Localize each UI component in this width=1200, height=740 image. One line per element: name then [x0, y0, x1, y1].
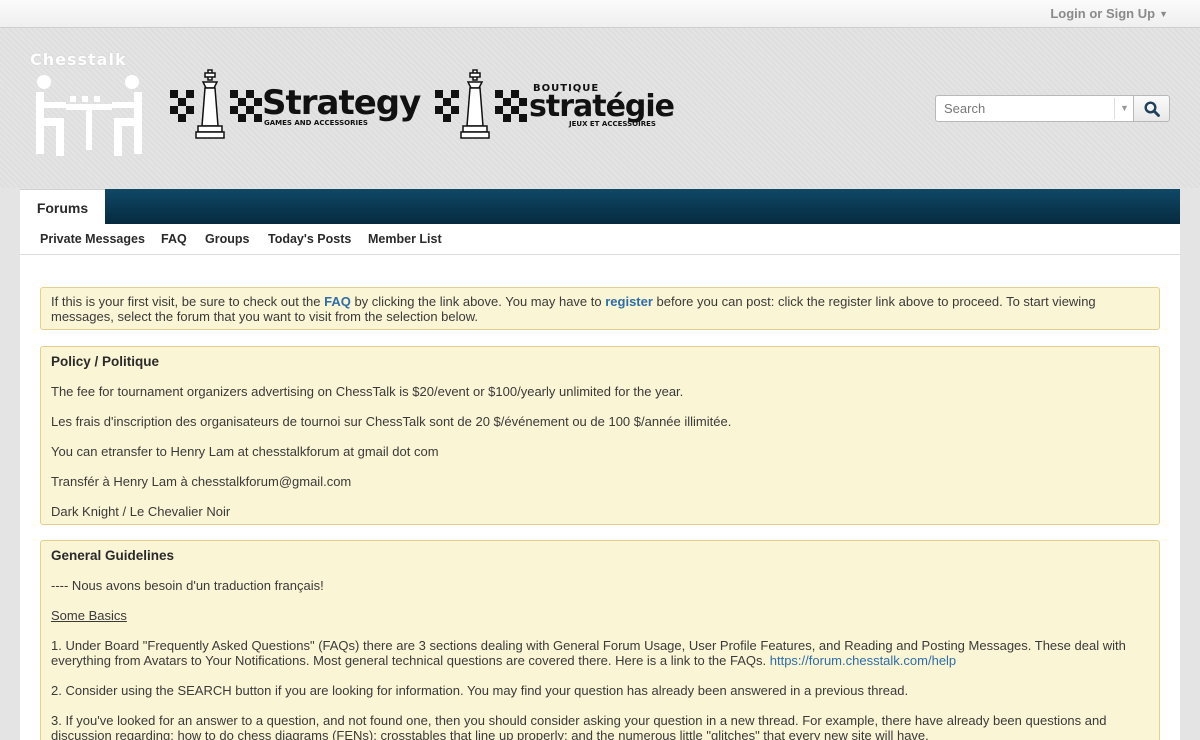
- welcome-notice: If this is your first visit, be sure to …: [40, 287, 1160, 330]
- strategie-name: stratégie: [529, 89, 675, 124]
- chevron-down-icon: ▼: [1159, 9, 1168, 19]
- site-header: Chesstalk Strategy GAMES AND ACCESSORIES…: [0, 28, 1200, 188]
- checkerboard-king-icon: [435, 69, 527, 139]
- policy-notice: Policy / Politique The fee for tournamen…: [40, 346, 1160, 525]
- login-signup-label: Login or Sign Up: [1050, 6, 1156, 21]
- policy-paragraph: The fee for tournament organizers advert…: [51, 384, 684, 399]
- subnav-member-list[interactable]: Member List: [368, 232, 442, 246]
- faq-link[interactable]: FAQ: [324, 294, 351, 309]
- policy-paragraph: Les frais d'inscription des organisateur…: [51, 414, 732, 429]
- subnav-todays-posts[interactable]: Today's Posts: [268, 232, 351, 246]
- tab-forums[interactable]: Forums: [20, 189, 105, 224]
- guidelines-paragraph: 2. Consider using the SEARCH button if y…: [51, 683, 909, 698]
- guidelines-p1-text: 1. Under Board "Frequently Asked Questio…: [51, 638, 1126, 668]
- welcome-text-2: by clicking the link above. You may have…: [350, 294, 606, 309]
- search-options-dropdown[interactable]: ▼: [1114, 98, 1134, 119]
- policy-paragraph: Transfér à Henry Lam à chesstalkforum@gm…: [51, 474, 352, 489]
- search-button[interactable]: [1134, 95, 1170, 122]
- policy-title: Policy / Politique: [51, 354, 160, 369]
- strategy-sponsor-logo[interactable]: Strategy GAMES AND ACCESSORIES: [170, 68, 421, 140]
- strategie-tagline: JEUX ET ACCESSOIRES: [569, 120, 656, 128]
- checkerboard-king-icon: [170, 69, 262, 139]
- boutique-strategie-sponsor-logo[interactable]: BOUTIQUE stratégie JEUX ET ACCESSOIRES: [435, 68, 675, 140]
- chevron-down-icon: ▼: [1120, 103, 1129, 113]
- faq-help-link[interactable]: https://forum.chesstalk.com/help: [770, 653, 956, 668]
- strategy-tagline: GAMES AND ACCESSORIES: [264, 119, 368, 127]
- top-bar: Login or Sign Up ▼: [0, 0, 1200, 28]
- subnav-groups[interactable]: Groups: [205, 232, 249, 246]
- subnav-faq[interactable]: FAQ: [161, 232, 187, 246]
- policy-paragraph: You can etransfer to Henry Lam at chesst…: [51, 444, 439, 459]
- search-icon: [1144, 101, 1160, 117]
- strategy-name: Strategy: [262, 83, 421, 123]
- logo-text: Chesstalk: [30, 50, 127, 69]
- guidelines-paragraph: ---- Nous avons besoin d'un traduction f…: [51, 578, 324, 593]
- main-content: If this is your first visit, be sure to …: [20, 255, 1180, 740]
- welcome-text-1: If this is your first visit, be sure to …: [51, 294, 325, 309]
- search-bar: ▼: [935, 95, 1171, 122]
- login-signup-link[interactable]: Login or Sign Up ▼: [1050, 6, 1168, 21]
- some-basics-heading: Some Basics: [51, 608, 127, 623]
- guidelines-title: General Guidelines: [51, 548, 175, 563]
- register-link[interactable]: register: [605, 294, 653, 309]
- search-input[interactable]: [936, 96, 1114, 121]
- policy-paragraph: Dark Knight / Le Chevalier Noir: [51, 504, 231, 519]
- guidelines-paragraph: 3. If you've looked for an answer to a q…: [51, 713, 1107, 740]
- search-box: ▼: [935, 95, 1134, 122]
- players-at-table-icon: [36, 75, 142, 156]
- guidelines-paragraph: 1. Under Board "Frequently Asked Questio…: [51, 638, 1149, 668]
- sub-navigation: Private Messages FAQ Groups Today's Post…: [20, 224, 1180, 255]
- subnav-private-messages[interactable]: Private Messages: [40, 232, 145, 246]
- guidelines-notice: General Guidelines ---- Nous avons besoi…: [40, 540, 1160, 740]
- main-navbar: Forums: [20, 189, 1180, 224]
- chesstalk-logo[interactable]: Chesstalk: [30, 50, 150, 162]
